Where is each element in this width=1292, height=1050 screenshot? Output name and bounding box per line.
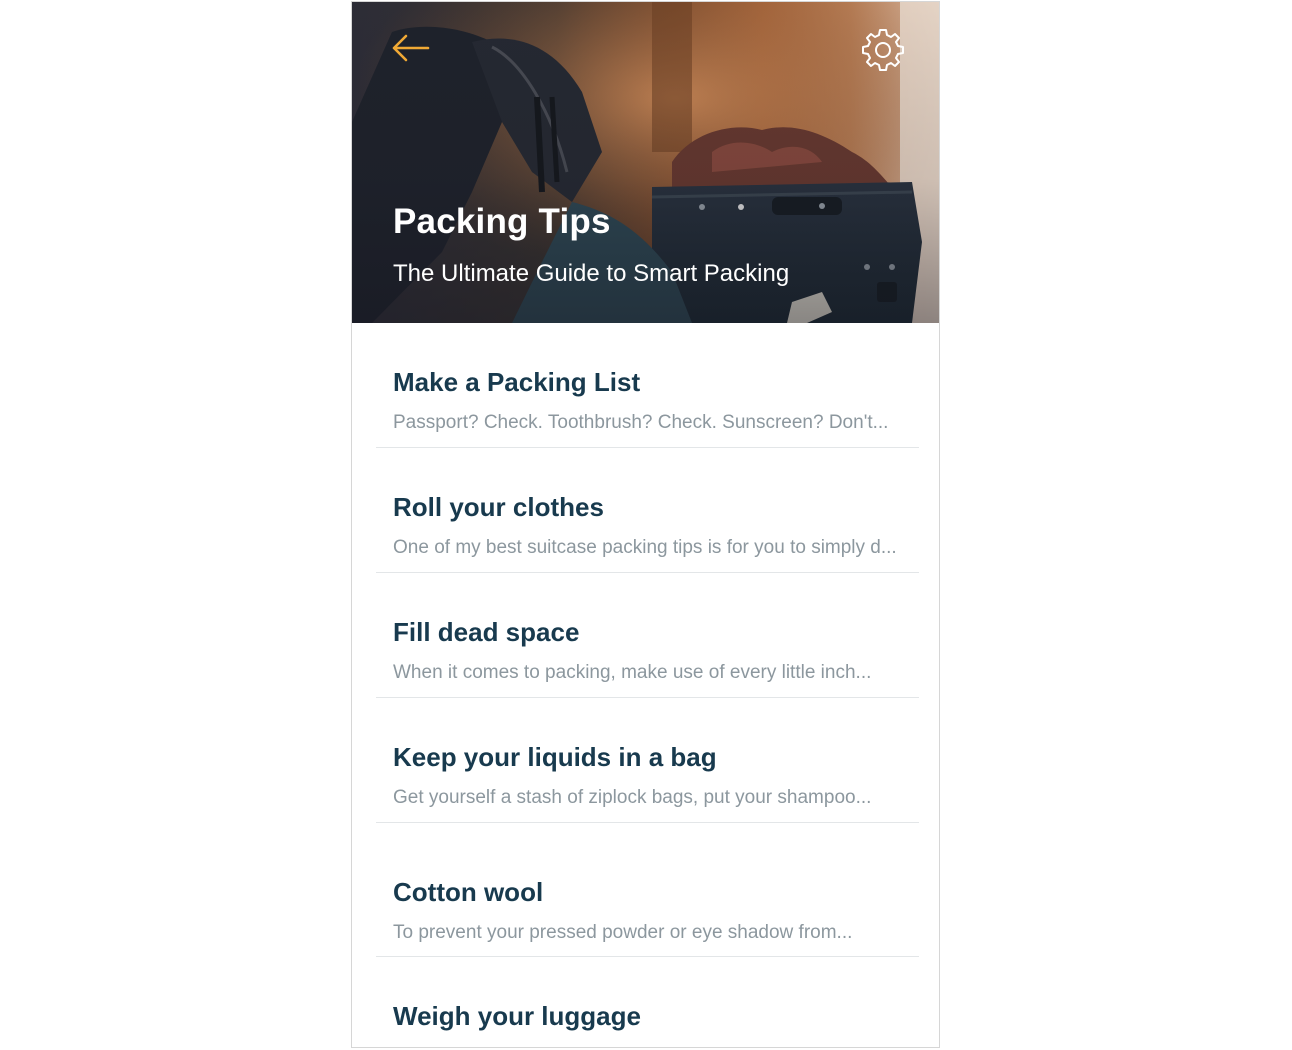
hero-header: Packing Tips The Ultimate Guide to Smart… bbox=[352, 2, 939, 323]
tip-excerpt: Passport? Check. Toothbrush? Check. Suns… bbox=[393, 412, 889, 433]
arrow-left-icon bbox=[392, 34, 430, 62]
list-item-weigh-your-luggage[interactable]: Weigh your luggage bbox=[376, 957, 919, 1047]
list-item-fill-dead-space[interactable]: Fill dead space When it comes to packing… bbox=[376, 573, 919, 698]
settings-button[interactable] bbox=[860, 26, 906, 72]
page-subtitle: The Ultimate Guide to Smart Packing bbox=[393, 260, 790, 287]
tip-title: Roll your clothes bbox=[393, 492, 604, 522]
tip-title: Weigh your luggage bbox=[393, 1001, 641, 1031]
tip-title: Keep your liquids in a bag bbox=[393, 742, 717, 772]
tip-excerpt: Get yourself a stash of ziplock bags, pu… bbox=[393, 787, 872, 808]
list-item-make-a-packing-list[interactable]: Make a Packing List Passport? Check. Too… bbox=[376, 323, 919, 448]
page-title: Packing Tips bbox=[393, 202, 611, 241]
list-item-keep-your-liquids-in-a-bag[interactable]: Keep your liquids in a bag Get yourself … bbox=[376, 698, 919, 823]
list-item-roll-your-clothes[interactable]: Roll your clothes One of my best suitcas… bbox=[376, 448, 919, 573]
tips-list: Make a Packing List Passport? Check. Too… bbox=[376, 323, 919, 1047]
tip-title: Make a Packing List bbox=[393, 367, 641, 397]
tip-excerpt: To prevent your pressed powder or eye sh… bbox=[393, 922, 853, 943]
tip-excerpt: One of my best suitcase packing tips is … bbox=[393, 537, 897, 558]
tip-title: Cotton wool bbox=[393, 877, 544, 907]
gear-icon bbox=[862, 29, 904, 71]
tip-excerpt: When it comes to packing, make use of ev… bbox=[393, 662, 872, 683]
list-item-cotton-wool[interactable]: Cotton wool To prevent your pressed powd… bbox=[376, 823, 919, 957]
app-screen: Packing Tips The Ultimate Guide to Smart… bbox=[351, 1, 940, 1048]
tip-title: Fill dead space bbox=[393, 617, 580, 647]
back-button[interactable] bbox=[388, 30, 434, 66]
